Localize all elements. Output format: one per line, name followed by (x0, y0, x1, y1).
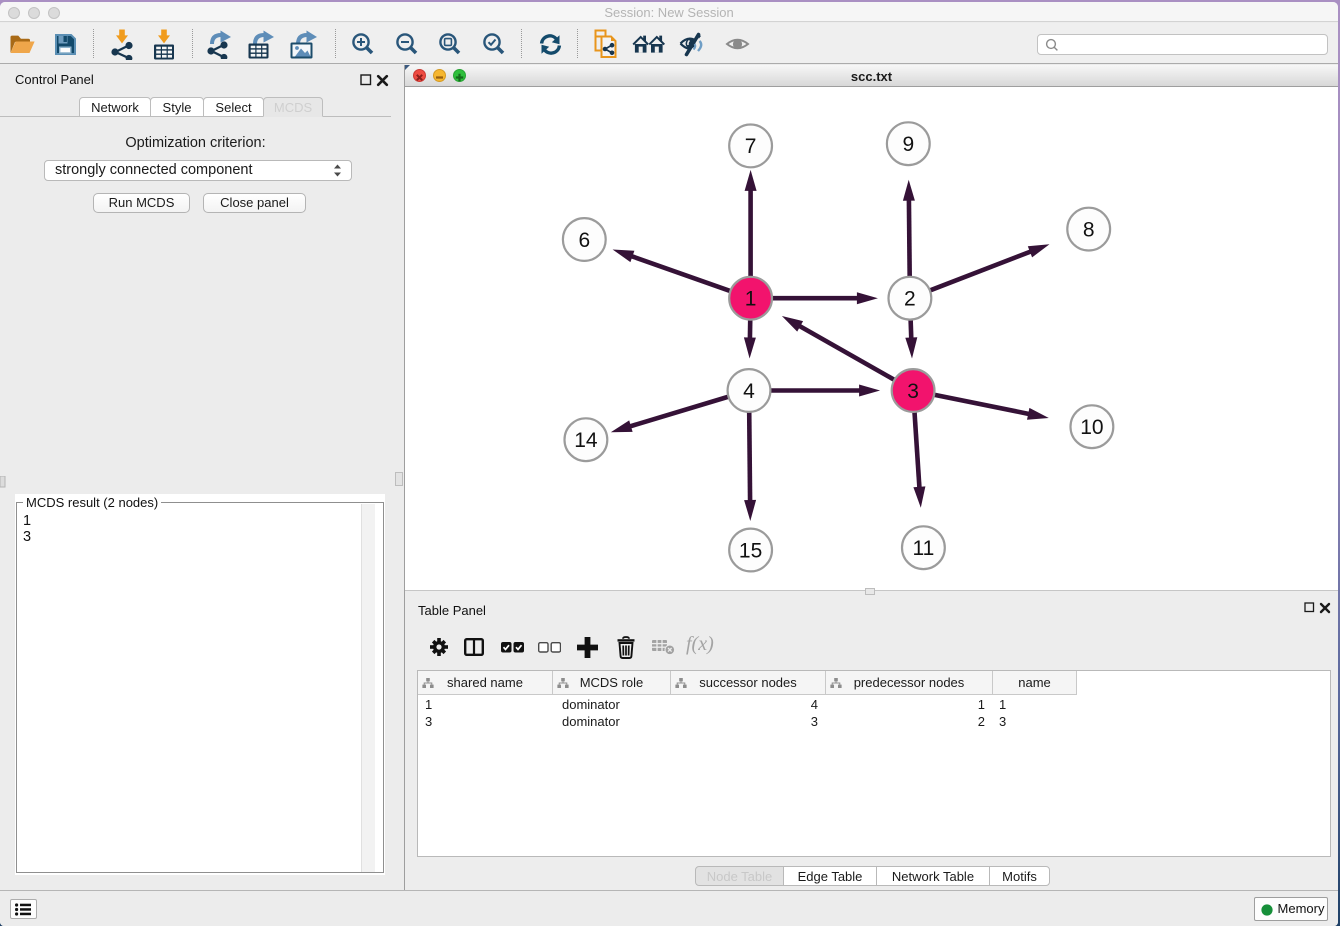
svg-text:2: 2 (904, 288, 916, 311)
svg-text:4: 4 (743, 380, 755, 403)
svg-text:8: 8 (1083, 218, 1095, 241)
svg-text:14: 14 (574, 429, 598, 452)
svg-text:10: 10 (1080, 416, 1103, 439)
svg-text:9: 9 (902, 133, 914, 156)
svg-text:6: 6 (578, 229, 590, 252)
svg-text:1: 1 (745, 288, 757, 311)
svg-text:15: 15 (739, 539, 762, 562)
svg-text:3: 3 (907, 380, 919, 403)
svg-text:11: 11 (912, 537, 934, 560)
svg-text:7: 7 (745, 135, 757, 158)
